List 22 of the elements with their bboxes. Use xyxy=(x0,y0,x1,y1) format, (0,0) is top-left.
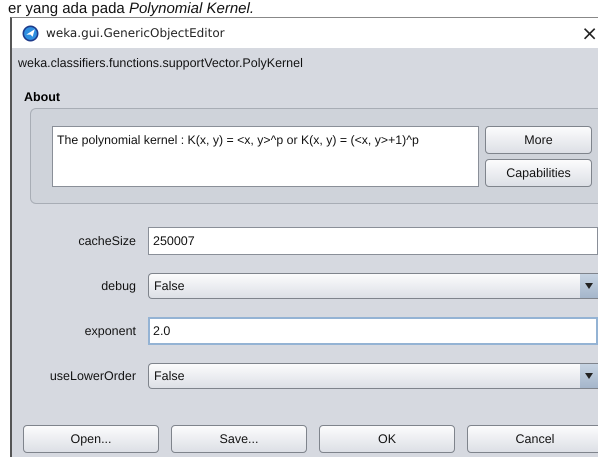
property-label: debug xyxy=(100,279,136,293)
property-label: cacheSize xyxy=(77,234,136,248)
about-button[interactable]: More xyxy=(485,126,592,154)
dialog-button[interactable]: Save... xyxy=(171,425,307,453)
caption-text: er yang ada pada Polynomial Kernel. xyxy=(7,0,255,17)
dropdown[interactable]: False xyxy=(148,273,598,299)
input-field[interactable]: 2.0 xyxy=(148,317,598,345)
property-label: exponent xyxy=(84,324,136,338)
input-field[interactable]: 250007 xyxy=(148,227,598,255)
caret-icon xyxy=(584,282,594,290)
about-button[interactable]: Capabilities xyxy=(485,159,592,187)
caret-icon xyxy=(584,372,594,380)
dialog-button[interactable]: Cancel xyxy=(467,425,598,453)
class-name: weka.classifiers.functions.supportVector.PolyKernel xyxy=(18,56,304,72)
description-box: The polynomial kernel : K(x, y) = <x, y>^p or K(x, y) = (<x, y>+1)^p xyxy=(52,126,479,187)
dialog-button[interactable]: Open... xyxy=(23,425,159,453)
close-button[interactable]: × xyxy=(579,23,598,43)
property-label: useLowerOrder xyxy=(48,369,136,383)
dropdown[interactable]: False xyxy=(148,363,598,389)
dialog-button[interactable]: OK xyxy=(319,425,455,453)
window-title: weka.gui.GenericObjectEditor xyxy=(46,26,226,40)
section-heading: About xyxy=(24,90,62,104)
